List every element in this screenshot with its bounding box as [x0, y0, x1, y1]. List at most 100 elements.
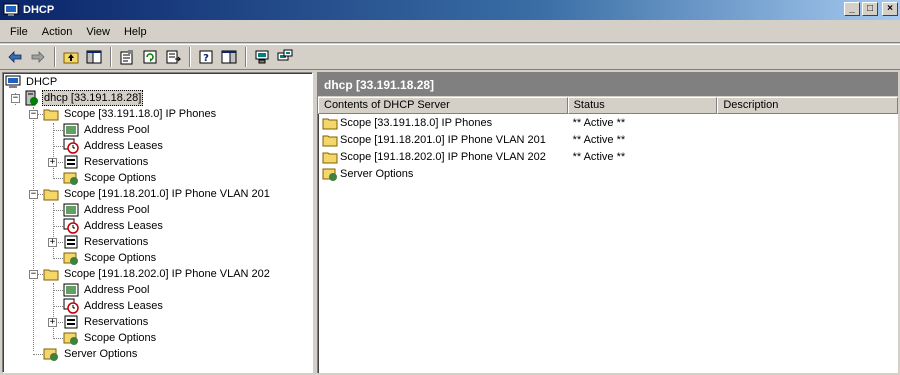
show-hide-action-pane-button[interactable] — [218, 46, 240, 68]
refresh-button[interactable] — [139, 46, 161, 68]
maximize-button[interactable]: □ — [862, 2, 878, 16]
list-item-name: Server Options — [340, 167, 414, 180]
back-button[interactable] — [4, 46, 26, 68]
properties-button[interactable] — [116, 46, 138, 68]
tree-item-scope[interactable]: Scope [191.18.201.0] IP Phone VLAN 201 — [43, 186, 272, 202]
tree-item-server[interactable]: dhcp [33.191.18.28] — [23, 90, 144, 106]
list-item-name: Scope [191.18.202.0] IP Phone VLAN 202 — [340, 150, 546, 163]
scope-options-icon — [63, 332, 78, 345]
list-item-status: ** Active ** — [572, 133, 626, 146]
export-list-icon — [166, 50, 181, 64]
tree-item-address-pool[interactable]: Address Pool — [63, 122, 151, 138]
address-leases-icon — [63, 298, 79, 314]
list-item[interactable]: Scope [191.18.201.0] IP Phone VLAN 201 *… — [318, 131, 898, 148]
close-button[interactable]: × — [882, 2, 898, 16]
tree-item-address-pool[interactable]: Address Pool — [63, 202, 151, 218]
tree-item-address-leases[interactable]: Address Leases — [63, 298, 165, 314]
server-options-icon — [43, 348, 58, 361]
tree-label: dhcp [33.191.18.28] — [42, 90, 144, 106]
toolbar-separator — [110, 47, 112, 67]
list-item-status: ** Active ** — [572, 116, 626, 129]
show-hide-tree-button[interactable] — [83, 46, 105, 68]
menu-action[interactable]: Action — [35, 26, 80, 38]
tree-item-scope-options[interactable]: Scope Options — [63, 170, 158, 186]
tree-item-scope[interactable]: Scope [191.18.202.0] IP Phone VLAN 202 — [43, 266, 272, 282]
menu-bar: File Action View Help — [0, 21, 900, 43]
scope1-reservations-expand-toggle[interactable]: + — [48, 158, 57, 167]
server-collapse-toggle[interactable]: − — [11, 94, 20, 103]
console-tree[interactable]: − − + − + − + DHCP dhcp [33.191.18.28] S… — [2, 72, 313, 373]
tree-label: Scope Options — [84, 332, 157, 344]
toolbar-separator — [54, 47, 56, 67]
tree-item-reservations[interactable]: Reservations — [63, 154, 150, 170]
minimize-button[interactable]: _ — [844, 2, 860, 16]
tree-item-address-leases[interactable]: Address Leases — [63, 218, 165, 234]
tree-item-address-leases[interactable]: Address Leases — [63, 138, 165, 154]
back-arrow-icon — [8, 51, 22, 63]
tree-label: Reservations — [84, 316, 149, 328]
tree-item-scope-options[interactable]: Scope Options — [63, 250, 158, 266]
tree-item-reservations[interactable]: Reservations — [63, 234, 150, 250]
scope-options-icon — [63, 172, 78, 185]
up-level-button[interactable] — [60, 46, 82, 68]
folder-icon — [43, 269, 59, 281]
server-button[interactable] — [251, 46, 273, 68]
help-button[interactable]: ? — [195, 46, 217, 68]
tree-item-reservations[interactable]: Reservations — [63, 314, 150, 330]
scope-options-icon — [63, 252, 78, 265]
tree-label: Address Leases — [84, 140, 163, 152]
title-bar[interactable]: DHCP _ □ × — [0, 0, 900, 20]
column-header-contents[interactable]: Contents of DHCP Server — [318, 97, 568, 114]
properties-icon — [120, 50, 133, 65]
folder-icon — [322, 135, 338, 146]
show-hide-action-pane-icon — [221, 50, 237, 64]
toolbar-separator — [245, 47, 247, 67]
add-server-button[interactable] — [274, 46, 296, 68]
address-leases-icon — [63, 138, 79, 154]
tree-label: Address Pool — [84, 124, 150, 136]
folder-icon — [322, 118, 338, 129]
list-item-name: Scope [191.18.201.0] IP Phone VLAN 201 — [340, 133, 546, 146]
tree-item-server-options[interactable]: Server Options — [43, 346, 139, 362]
tree-label: Scope [33.191.18.0] IP Phones — [64, 108, 217, 120]
menu-file[interactable]: File — [3, 26, 35, 38]
reservations-icon — [64, 315, 78, 329]
list-header: Contents of DHCP Server Status Descripti… — [318, 97, 898, 114]
details-pane: dhcp [33.191.18.28] Contents of DHCP Ser… — [317, 72, 898, 373]
menu-help[interactable]: Help — [117, 26, 154, 38]
tree-label: DHCP — [26, 76, 58, 88]
list-item[interactable]: Scope [33.191.18.0] IP Phones ** Active … — [318, 114, 898, 131]
scope3-collapse-toggle[interactable]: − — [29, 270, 38, 279]
scope2-collapse-toggle[interactable]: − — [29, 190, 38, 199]
tree-item-scope-options[interactable]: Scope Options — [63, 330, 158, 346]
toolbar: ? — [0, 44, 900, 70]
export-list-button[interactable] — [162, 46, 184, 68]
scope3-reservations-expand-toggle[interactable]: + — [48, 318, 57, 327]
tree-item-scope[interactable]: Scope [33.191.18.0] IP Phones — [43, 106, 218, 122]
column-header-description[interactable]: Description — [717, 97, 898, 114]
tree-item-address-pool[interactable]: Address Pool — [63, 282, 151, 298]
server-options-icon — [322, 168, 337, 181]
reservations-icon — [64, 155, 78, 169]
column-header-status[interactable]: Status — [567, 97, 718, 114]
show-hide-tree-icon — [86, 50, 102, 64]
up-folder-icon — [63, 52, 79, 64]
list-item-name: Scope [33.191.18.0] IP Phones — [340, 116, 493, 129]
tree-label: Reservations — [84, 236, 149, 248]
address-pool-icon — [63, 203, 79, 217]
list-item[interactable]: Scope [191.18.202.0] IP Phone VLAN 202 *… — [318, 148, 898, 165]
tree-label: Server Options — [64, 348, 138, 360]
tree-item-dhcp-root[interactable]: DHCP — [5, 74, 59, 90]
dhcp-server-icon — [25, 90, 38, 106]
menu-view[interactable]: View — [79, 26, 117, 38]
folder-icon — [322, 152, 338, 163]
tree-label: Address Leases — [84, 220, 163, 232]
toolbar-separator — [189, 47, 191, 67]
add-server-icon — [277, 49, 293, 61]
server-icon — [255, 50, 269, 64]
dhcp-console-icon — [3, 3, 19, 16]
scope1-collapse-toggle[interactable]: − — [29, 110, 38, 119]
scope2-reservations-expand-toggle[interactable]: + — [48, 238, 57, 247]
forward-button[interactable] — [27, 46, 49, 68]
list-item[interactable]: Server Options — [318, 165, 898, 182]
